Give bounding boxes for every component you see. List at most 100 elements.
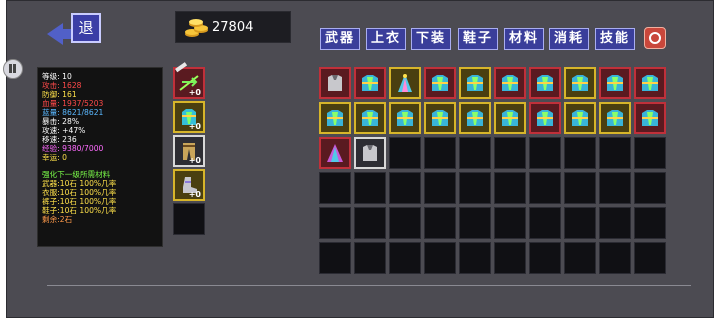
inventory-slot[interactable] [634, 137, 666, 169]
inventory-slot[interactable] [494, 242, 526, 274]
upgrade-pants: 裤子:10石 100%几率 [42, 197, 117, 206]
robe-icon [537, 75, 553, 91]
back-button-label: 退 [71, 13, 101, 43]
equip-slot-shoes[interactable]: +0 [173, 169, 205, 201]
cloak-icon [327, 144, 343, 162]
close-button[interactable] [644, 27, 666, 49]
gold-display: 27804 [175, 11, 291, 43]
tab-skills[interactable]: 技能 [595, 28, 635, 50]
stats-panel: 等级: 10 攻击: 1628 防御: 161 血量: 1937/5203 蓝量… [37, 67, 163, 247]
inventory-slot[interactable] [354, 102, 386, 134]
equip-slot-accessory[interactable] [173, 203, 205, 235]
robe-icon [362, 75, 378, 91]
inventory-slot[interactable] [319, 242, 351, 274]
tab-consumables[interactable]: 消耗 [549, 28, 589, 50]
inventory-slot[interactable] [494, 67, 526, 99]
robe-icon [642, 110, 658, 126]
inventory-slot[interactable] [389, 137, 421, 169]
equip-slot-pants[interactable]: +0 [173, 135, 205, 167]
stat-exp: 经验: 9380/7000 [42, 144, 104, 153]
inventory-slot[interactable] [354, 207, 386, 239]
inventory-slot[interactable] [354, 67, 386, 99]
inventory-slot[interactable] [634, 207, 666, 239]
inventory-slot[interactable] [599, 242, 631, 274]
inventory-slot[interactable] [389, 67, 421, 99]
inventory-slot[interactable] [319, 67, 351, 99]
inventory-slot[interactable] [634, 172, 666, 204]
inventory-slot[interactable] [319, 137, 351, 169]
upgrade-shoes: 鞋子:10石 100%几率 [42, 206, 117, 215]
inventory-slot[interactable] [529, 242, 561, 274]
inventory-slot[interactable] [389, 242, 421, 274]
inventory-slot[interactable] [529, 67, 561, 99]
inventory-slot[interactable] [459, 172, 491, 204]
inventory-slot[interactable] [389, 172, 421, 204]
tab-top[interactable]: 上衣 [366, 28, 406, 50]
inventory-slot[interactable] [319, 102, 351, 134]
inventory-slot[interactable] [529, 172, 561, 204]
inventory-slot[interactable] [564, 67, 596, 99]
gold-coins-icon [185, 19, 208, 37]
inventory-slot[interactable] [494, 102, 526, 134]
inventory-slot[interactable] [389, 207, 421, 239]
inventory-slot[interactable] [459, 67, 491, 99]
inventory-slot[interactable] [424, 172, 456, 204]
equip-slot-armor[interactable]: +0 [173, 101, 205, 133]
inventory-slot[interactable] [459, 207, 491, 239]
inventory-slot[interactable] [354, 242, 386, 274]
robe-icon [607, 75, 623, 91]
inventory-slot[interactable] [424, 137, 456, 169]
inventory-slot[interactable] [634, 67, 666, 99]
inventory-slot[interactable] [319, 172, 351, 204]
inventory-slot[interactable] [424, 102, 456, 134]
inventory-slot[interactable] [564, 102, 596, 134]
inventory-slot[interactable] [424, 242, 456, 274]
inventory-panel: 退 27804 武器 上衣 下装 鞋子 材料 消耗 技能 等级: 10 攻击: … [3, 0, 714, 318]
inventory-slot[interactable] [564, 137, 596, 169]
inventory-slot[interactable] [459, 242, 491, 274]
tab-weapon[interactable]: 武器 [320, 28, 360, 50]
inventory-slot[interactable] [564, 207, 596, 239]
robe-icon [327, 110, 343, 126]
inventory-slot[interactable] [354, 137, 386, 169]
inventory-slot[interactable] [599, 102, 631, 134]
upgrade-title: 强化下一级所需材料 [42, 170, 111, 179]
inventory-slot[interactable] [319, 207, 351, 239]
side-handle[interactable] [3, 59, 23, 79]
tab-bottom[interactable]: 下装 [411, 28, 451, 50]
gold-amount: 27804 [212, 20, 254, 35]
robe-icon [607, 110, 623, 126]
tab-materials[interactable]: 材料 [504, 28, 544, 50]
inventory-slot[interactable] [494, 137, 526, 169]
inventory-slot[interactable] [599, 137, 631, 169]
inventory-slot[interactable] [354, 172, 386, 204]
chest-armor-icon [363, 145, 377, 161]
equip-slot-weapon[interactable]: +0 [173, 62, 205, 99]
inventory-slot[interactable] [529, 102, 561, 134]
stat-attack: 攻击: 1628 [42, 81, 82, 90]
inventory-slot[interactable] [599, 67, 631, 99]
inventory-slot[interactable] [459, 137, 491, 169]
inventory-slot[interactable] [494, 207, 526, 239]
inventory-slot[interactable] [424, 67, 456, 99]
inventory-slot[interactable] [494, 172, 526, 204]
inventory-slot[interactable] [634, 102, 666, 134]
back-button[interactable]: 退 [47, 13, 103, 45]
inventory-slot[interactable] [424, 207, 456, 239]
remaining-stones: 剩余:2石 [42, 215, 73, 224]
inventory-slot[interactable] [529, 137, 561, 169]
inventory-slot[interactable] [389, 102, 421, 134]
stat-hp: 血量: 1937/5203 [42, 99, 104, 108]
upgrade-armor: 衣服:10石 100%几率 [42, 188, 117, 197]
robe-icon [467, 75, 483, 91]
inventory-slot[interactable] [599, 207, 631, 239]
tab-shoes[interactable]: 鞋子 [458, 28, 498, 50]
inventory-slot[interactable] [564, 242, 596, 274]
robe-icon [642, 75, 658, 91]
stat-move: 移速: 236 [42, 135, 77, 144]
inventory-slot[interactable] [459, 102, 491, 134]
inventory-slot[interactable] [564, 172, 596, 204]
inventory-slot[interactable] [529, 207, 561, 239]
inventory-slot[interactable] [599, 172, 631, 204]
inventory-slot[interactable] [634, 242, 666, 274]
